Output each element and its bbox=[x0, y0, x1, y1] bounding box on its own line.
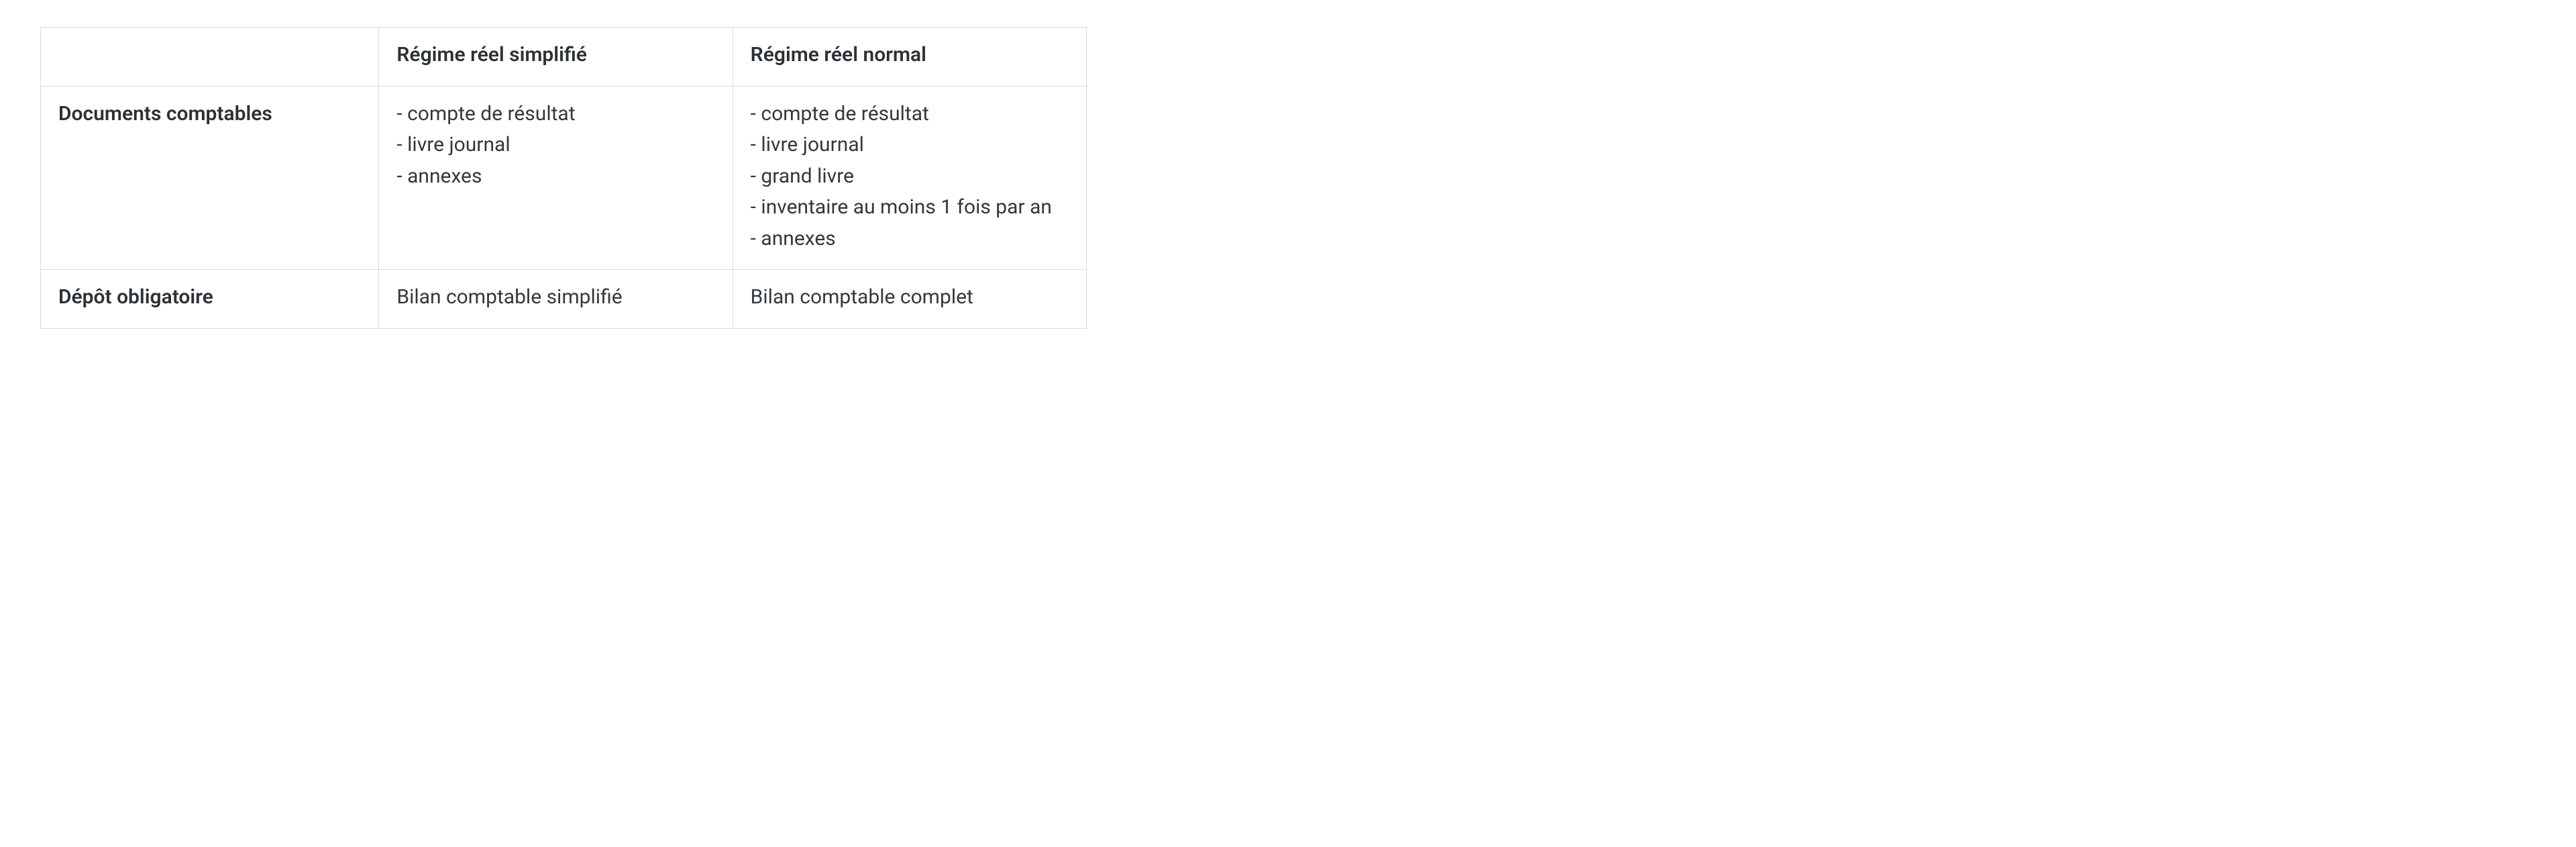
doc-list-simplifie: - compte de résultat - livre journal - a… bbox=[396, 99, 714, 193]
cell-documents-simplifie: - compte de résultat - livre journal - a… bbox=[379, 86, 733, 270]
cell-documents-normal: - compte de résultat - livre journal - g… bbox=[733, 86, 1086, 270]
header-blank bbox=[41, 28, 379, 87]
table-row: Dépôt obligatoire Bilan comptable simpli… bbox=[41, 270, 1087, 329]
regime-comparison-table: Régime réel simplifié Régime réel normal… bbox=[40, 27, 1087, 329]
cell-depot-normal: Bilan comptable complet bbox=[733, 270, 1086, 329]
row-label-documents: Documents comptables bbox=[41, 86, 379, 270]
cell-depot-simplifie: Bilan comptable simplifié bbox=[379, 270, 733, 329]
row-label-depot: Dépôt obligatoire bbox=[41, 270, 379, 329]
table-header-row: Régime réel simplifié Régime réel normal bbox=[41, 28, 1087, 87]
doc-list-normal: - compte de résultat - livre journal - g… bbox=[751, 99, 1069, 255]
table-row: Documents comptables - compte de résulta… bbox=[41, 86, 1087, 270]
header-regime-normal: Régime réel normal bbox=[733, 28, 1086, 87]
header-regime-simplifie: Régime réel simplifié bbox=[379, 28, 733, 87]
